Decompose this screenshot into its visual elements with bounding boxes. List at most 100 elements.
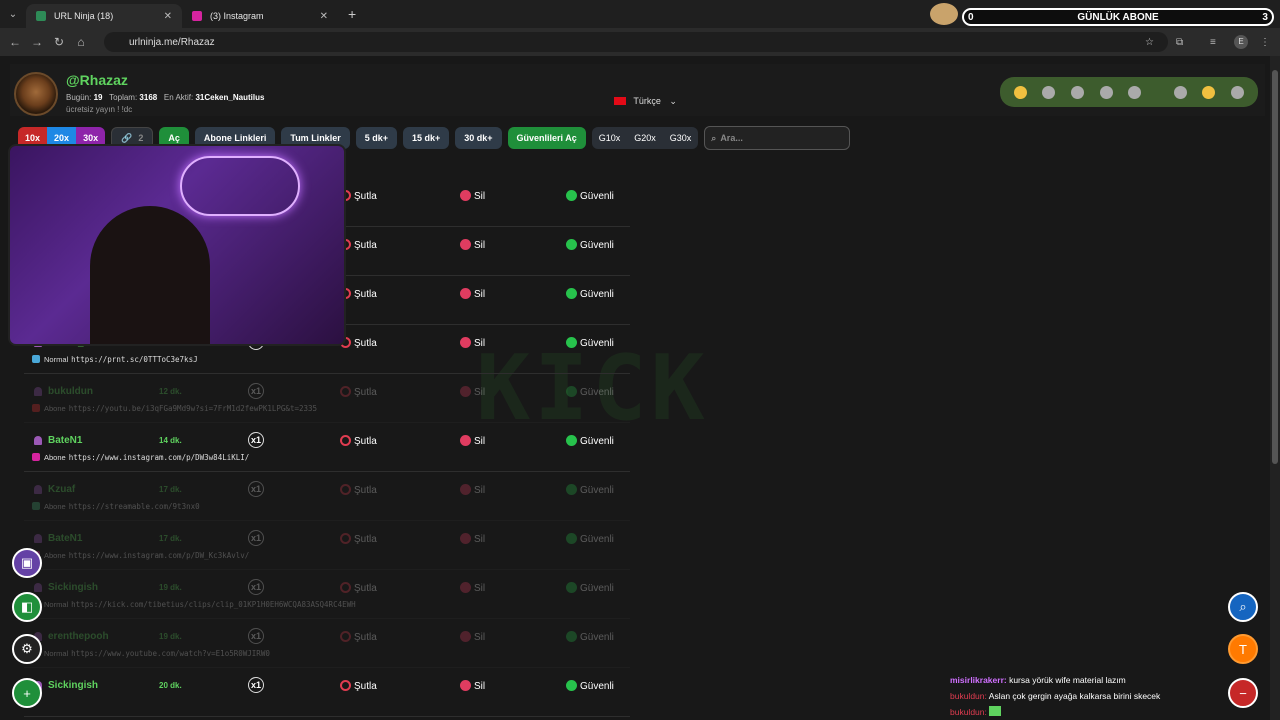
search-button[interactable]: ⌕ <box>1228 592 1258 622</box>
tab-instagram[interactable]: (3) Instagram ✕ <box>182 4 338 28</box>
sun-icon[interactable] <box>1013 85 1027 99</box>
delete-button[interactable]: Sil <box>460 631 485 643</box>
delete-button[interactable]: Sil <box>460 239 485 251</box>
ban-button[interactable]: Şutla <box>340 680 377 692</box>
row-link[interactable]: Abone https://www.instagram.com/p/DW_Kc3k… <box>32 551 249 560</box>
address-bar-row: ← → ↻ ⌂ urlninja.me/Rhazaz ☆ ⧉ ≡ E ⋮ <box>0 28 1280 56</box>
ban-button[interactable]: Şutla <box>340 533 377 545</box>
scrollbar-thumb[interactable] <box>1272 70 1278 464</box>
ban-button[interactable]: Şutla <box>340 435 377 447</box>
delete-button[interactable]: Sil <box>460 190 485 202</box>
kick-icon[interactable] <box>1128 85 1142 99</box>
kick-button[interactable]: ◧ <box>12 592 42 622</box>
row-link[interactable]: Abone https://www.instagram.com/p/DW3w84L… <box>32 453 249 462</box>
profile-icon[interactable]: E <box>1234 35 1248 49</box>
row-link[interactable]: Abone https://streamable.com/9t3nx0 <box>32 502 200 511</box>
total-label: Toplam: <box>109 93 138 102</box>
safe-button[interactable]: Güvenli <box>566 533 614 545</box>
trash-icon <box>460 386 471 397</box>
open-safe-button[interactable]: Güvenlileri Aç <box>507 127 586 149</box>
trash-icon[interactable] <box>1173 85 1187 99</box>
home-icon[interactable]: ⌂ <box>70 35 92 49</box>
most-active-user: 31Ceken_Nautilus <box>195 93 265 102</box>
close-tab-icon[interactable]: ✕ <box>320 11 328 22</box>
bookmark-star-icon[interactable]: ☆ <box>1145 37 1154 48</box>
row-link[interactable]: Normal https://www.youtube.com/watch?v=E1… <box>32 649 270 658</box>
link-url: https://www.instagram.com/p/DW3w84LiKLI/ <box>68 453 250 462</box>
menu-icon[interactable]: ⋮ <box>1260 37 1270 48</box>
ban-button[interactable]: Şutla <box>340 631 377 643</box>
user-icon <box>34 534 42 543</box>
language-label: Türkçe <box>633 96 661 106</box>
remove-user-button[interactable]: − <box>1228 678 1258 708</box>
media-icon[interactable]: ≡ <box>1210 37 1216 48</box>
filter-15min-button[interactable]: 15 dk+ <box>402 127 450 149</box>
delete-button[interactable]: Sil <box>460 680 485 692</box>
delete-button[interactable]: Sil <box>460 533 485 545</box>
row-username[interactable]: Kzuaf <box>48 484 75 495</box>
close-tab-icon[interactable]: ✕ <box>164 11 172 22</box>
safe-label: Güvenli <box>580 436 614 447</box>
delete-button[interactable]: Sil <box>460 337 485 349</box>
row-username[interactable]: Sickingish <box>48 582 98 593</box>
search-input[interactable]: ⌕ Ara... <box>704 126 851 150</box>
safe-label: Güvenli <box>580 534 614 545</box>
safe-button[interactable]: Güvenli <box>566 386 614 398</box>
filter-30min-button[interactable]: 30 dk+ <box>455 127 502 149</box>
extensions-icon[interactable]: ⧉ <box>1176 37 1183 48</box>
row-username[interactable]: bukuldun <box>48 386 93 397</box>
row-username[interactable]: erenthepooh <box>48 631 109 642</box>
delete-button[interactable]: Sil <box>460 484 485 496</box>
safe-button[interactable]: Güvenli <box>566 337 614 349</box>
ban-button[interactable]: Şutla <box>340 582 377 594</box>
ban-button[interactable]: Şutla <box>340 484 377 496</box>
safe-button[interactable]: Güvenli <box>566 484 614 496</box>
safe-button[interactable]: Güvenli <box>566 190 614 202</box>
row-username[interactable]: BateN1 <box>48 435 82 446</box>
reload-icon[interactable]: ↻ <box>48 35 70 49</box>
add-user-button[interactable]: + <box>12 678 42 708</box>
g20x-button[interactable]: G20x <box>627 127 663 149</box>
streamer-image <box>90 206 210 344</box>
profile-handle: @Rhazaz <box>66 72 128 88</box>
language-select[interactable]: Türkçe ⌄ <box>614 96 677 107</box>
instagram-icon[interactable] <box>1071 85 1085 99</box>
link-row: Kzuaf 17 dk. x1 Şutla Sil Güvenli Abone https:/… <box>24 472 630 521</box>
twitch-button[interactable]: ▣ <box>12 548 42 578</box>
back-icon[interactable]: ← <box>4 35 26 49</box>
filter-5min-button[interactable]: 5 dk+ <box>355 127 397 149</box>
logout-icon[interactable] <box>1231 85 1245 99</box>
avatar-button[interactable]: T <box>1228 634 1258 664</box>
row-link[interactable]: Abone https://youtu.be/i3qFGa9Md9w?si=7Fr… <box>32 404 317 413</box>
twitter-icon[interactable] <box>1042 85 1056 99</box>
url-field[interactable]: urlninja.me/Rhazaz ☆ <box>104 32 1168 52</box>
forward-icon[interactable]: → <box>26 35 48 49</box>
row-username[interactable]: BateN1 <box>48 533 82 544</box>
tab-search-icon[interactable]: ⌄ <box>0 9 26 20</box>
safe-button[interactable]: Güvenli <box>566 680 614 692</box>
safe-button[interactable]: Güvenli <box>566 435 614 447</box>
safe-button[interactable]: Güvenli <box>566 288 614 300</box>
safe-button[interactable]: Güvenli <box>566 239 614 251</box>
safe-button[interactable]: Güvenli <box>566 582 614 594</box>
lock-icon[interactable] <box>1099 85 1113 99</box>
row-multiplier: x1 <box>248 530 264 546</box>
delete-button[interactable]: Sil <box>460 582 485 594</box>
delete-button[interactable]: Sil <box>460 386 485 398</box>
new-tab-icon[interactable]: + <box>348 6 356 22</box>
emote-icon <box>989 706 1002 716</box>
tab-title: (3) Instagram <box>210 11 264 21</box>
row-link[interactable]: Normal https://prnt.sc/0TTToC3e7ksJ <box>32 355 198 364</box>
delete-button[interactable]: Sil <box>460 288 485 300</box>
ban-button[interactable]: Şutla <box>340 386 377 398</box>
row-username[interactable]: Sickingish <box>48 680 98 691</box>
page-scrollbar[interactable] <box>1270 56 1280 720</box>
safe-button[interactable]: Güvenli <box>566 631 614 643</box>
row-link[interactable]: Normal https://kick.com/tibetius/clips/cl… <box>32 600 356 609</box>
pause-icon[interactable] <box>1202 85 1216 99</box>
g30x-button[interactable]: G30x <box>663 127 699 149</box>
delete-button[interactable]: Sil <box>460 435 485 447</box>
settings-gear-icon[interactable]: ⚙ <box>12 634 42 664</box>
tab-url-ninja[interactable]: URL Ninja (18) ✕ <box>26 4 182 28</box>
g10x-button[interactable]: G10x <box>592 127 628 149</box>
